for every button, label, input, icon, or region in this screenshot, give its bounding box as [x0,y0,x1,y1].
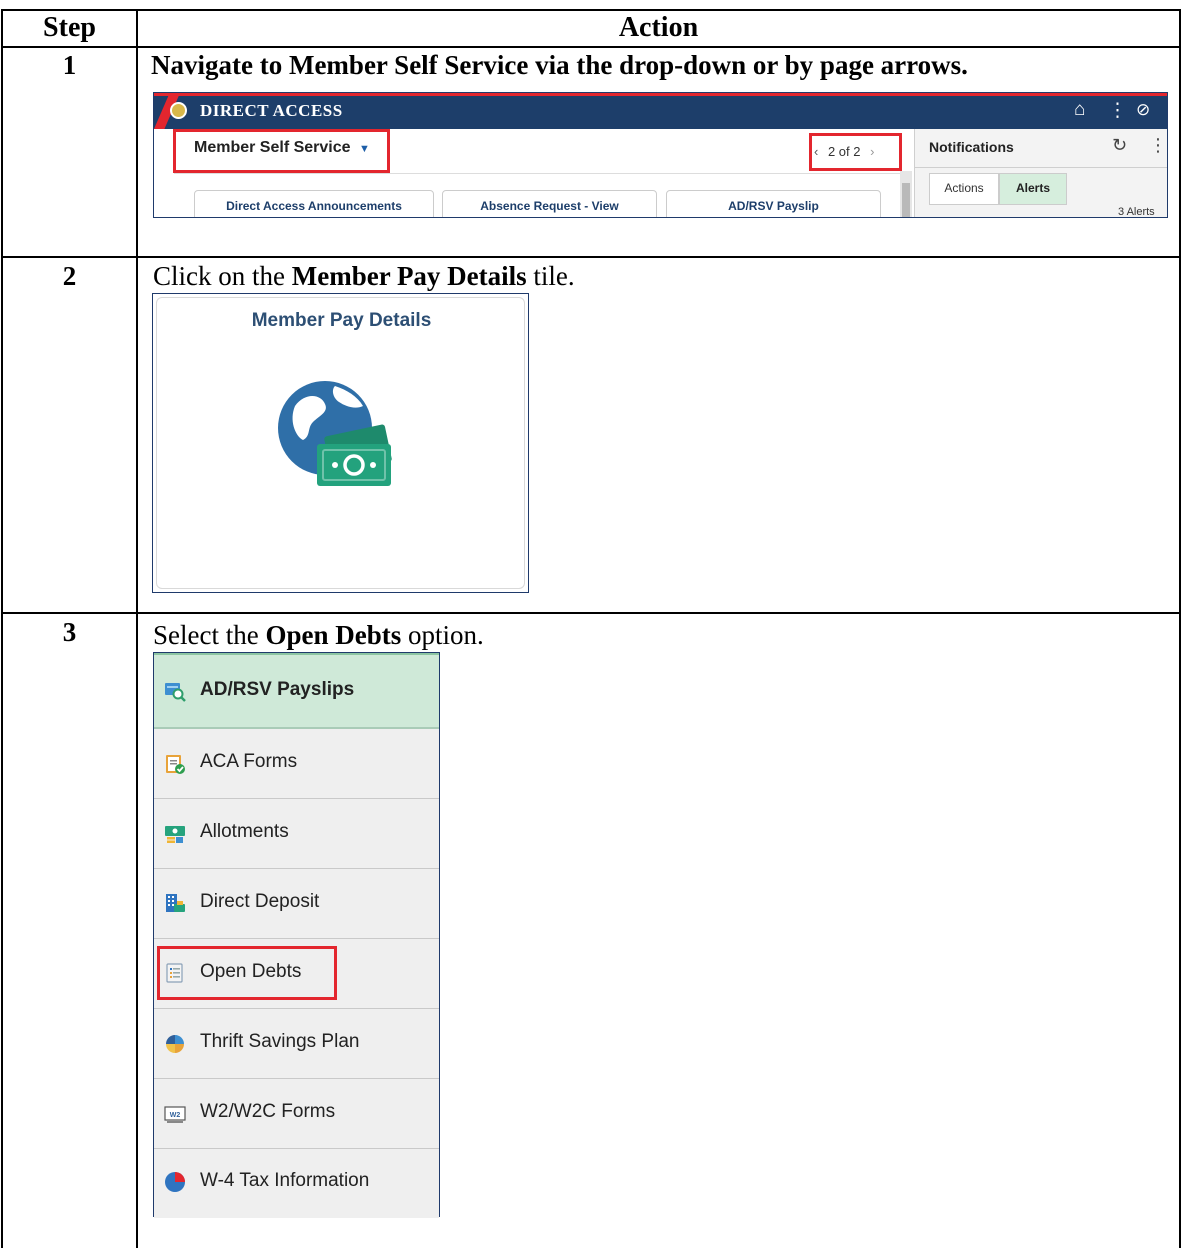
notifications-title: Notifications [929,139,1014,155]
instruction-emphasis: Member Pay Details [291,261,527,291]
app-title: DIRECT ACCESS [200,101,343,120]
step-number: 1 [62,50,77,80]
instruction-text: option. [401,620,484,650]
divider [174,173,911,174]
menu-item-thrift-savings-plan[interactable]: Thrift Savings Plan [154,1009,439,1079]
tab-alerts[interactable]: Alerts [999,173,1067,205]
menu-item-label: W-4 Tax Information [200,1170,370,1191]
tab-actions[interactable]: Actions [929,173,999,205]
instruction-text: Select the [153,620,266,650]
w2-icon-text: W2 [170,1112,181,1119]
step-1-instruction-text: Navigate to Member Self Service via the … [151,50,968,80]
highlight-box [173,129,390,173]
building-deposit-icon [166,894,185,912]
menu-item-label: ACA Forms [200,751,298,772]
menu-item-label: Allotments [200,821,289,842]
menu-item-label: Thrift Savings Plan [200,1031,360,1052]
divider [914,167,1167,168]
tile-payslip[interactable]: AD/RSV Payslip [666,190,881,217]
clipboard-check-icon [166,755,185,774]
tile-title: Member Pay Details [251,310,432,331]
refresh-icon[interactable]: ↻ [1112,135,1127,156]
globe-money-icon [278,381,392,486]
menu-item-allotments[interactable]: Allotments [154,799,439,869]
alerts-count: 3 Alerts [1118,206,1155,218]
menu-item-label: W2/W2C Forms [200,1101,336,1122]
step-1-instruction: Navigate to Member Self Service via the … [151,50,968,81]
step-3-instruction: Select the Open Debts option. [153,620,484,651]
table-border-top [1,9,1181,11]
w2-form-icon: W2 [164,1106,186,1123]
allotments-icon [165,826,185,843]
piggy-bank-icon [166,1035,184,1053]
instruction-text: Click on the [153,261,292,291]
step-number: 2 [62,261,77,291]
step-number: 3 [62,617,77,647]
table-column-divider [136,9,138,1248]
table-header-divider [1,46,1181,48]
nav-bar-icon[interactable]: ⊘ [1136,100,1150,120]
member-pay-menu: AD/RSV Payslips ACA Forms Allotments Dir… [153,652,440,1218]
tile-announcements[interactable]: Direct Access Announcements [194,190,434,217]
member-pay-details-tile[interactable]: Member Pay Details [152,293,529,593]
table-row-divider [1,256,1181,258]
coast-guard-seal-icon [170,102,187,119]
menu-item-label: AD/RSV Payslips [200,679,355,700]
payslip-search-icon [165,683,186,702]
more-options-icon[interactable]: ⋮ [1149,135,1167,156]
highlight-box [157,946,337,1000]
menu-item-label: Direct Deposit [200,891,320,912]
tile-absence-request[interactable]: Absence Request - View [442,190,657,217]
home-icon[interactable]: ⌂ [1074,99,1085,121]
header-action: Action [618,12,699,43]
instruction-emphasis: Open Debts [265,620,402,650]
menu-item-w2-forms[interactable]: W2 W2/W2C Forms [154,1079,439,1149]
pie-chart-icon [165,1172,185,1192]
header-step: Step [43,12,96,43]
menu-item-w4-tax-information[interactable]: W-4 Tax Information [154,1149,439,1218]
table-row-divider [1,612,1181,614]
direct-access-screenshot: DIRECT ACCESS ⌂ ⋮ ⊘ Member Self Service … [153,92,1168,218]
highlight-box [809,133,902,171]
menu-item-payslips[interactable]: AD/RSV Payslips [154,653,439,729]
header-accent-line [154,93,1167,96]
menu-item-direct-deposit[interactable]: Direct Deposit [154,869,439,939]
step-2-instruction: Click on the Member Pay Details tile. [153,261,575,292]
menu-item-aca-forms[interactable]: ACA Forms [154,729,439,799]
more-options-icon[interactable]: ⋮ [1108,99,1127,122]
scrollbar-thumb[interactable] [902,183,910,217]
instruction-text: tile. [526,261,575,291]
